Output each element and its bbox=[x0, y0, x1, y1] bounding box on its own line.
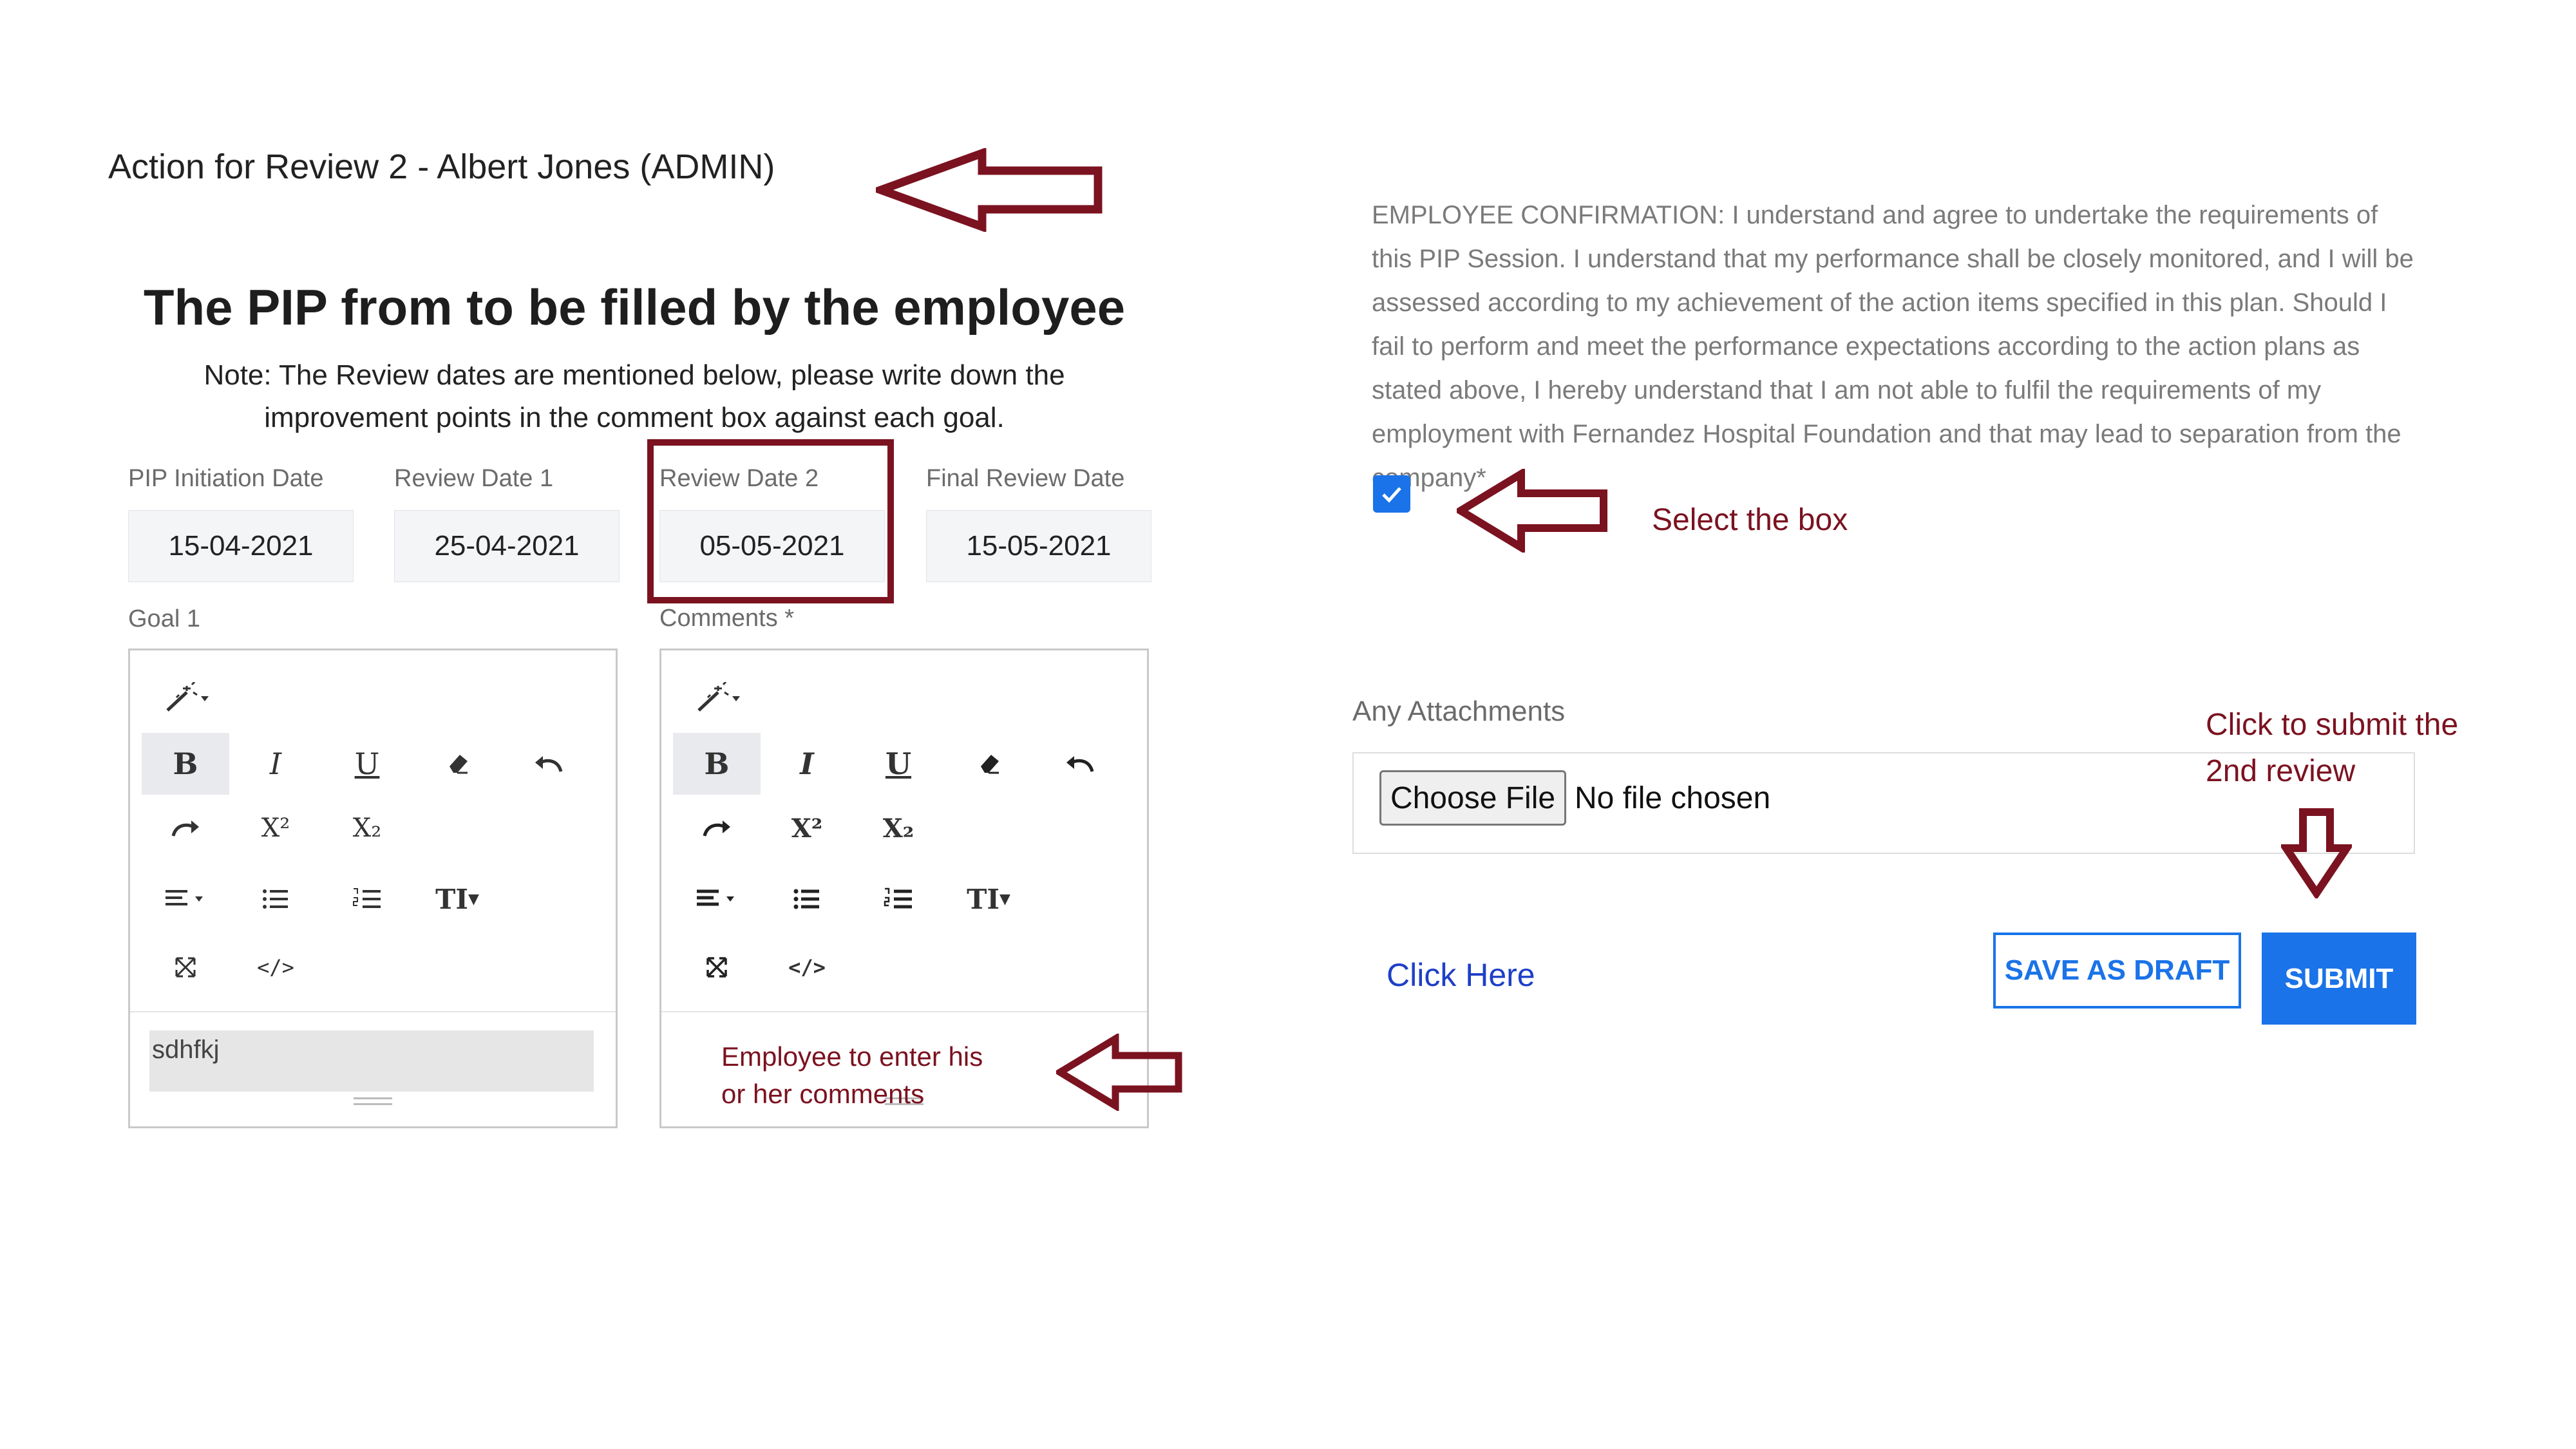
pip-initiation-date-field[interactable]: 15-04-2021 bbox=[128, 510, 354, 582]
text-size-button[interactable]: TI ▼ bbox=[945, 868, 1032, 930]
redo-icon[interactable] bbox=[673, 797, 761, 859]
review-date-1-label: Review Date 1 bbox=[394, 465, 554, 492]
pip-initiation-date-label: PIP Initiation Date bbox=[128, 465, 324, 492]
submit-annotation-line-2: 2nd review bbox=[2206, 754, 2356, 788]
comments-label: Comments * bbox=[659, 607, 795, 627]
left-arrow-annotation bbox=[1457, 469, 1607, 553]
review-heading: Action for Review 2 - Albert Jones (ADMI… bbox=[108, 147, 775, 186]
text-size-button[interactable]: TI ▼ bbox=[413, 868, 501, 930]
subscript-button[interactable]: X₂ bbox=[855, 797, 942, 859]
submit-button[interactable]: SUBMIT bbox=[2262, 933, 2416, 1025]
eraser-icon[interactable] bbox=[415, 733, 502, 795]
comments-annotation-line-1: Employee to enter his bbox=[721, 1041, 983, 1072]
numbered-list-icon[interactable] bbox=[323, 868, 411, 930]
italic-button[interactable]: I bbox=[763, 733, 851, 795]
redo-icon[interactable] bbox=[142, 797, 229, 859]
goal-editor-toolbar: B I U X² X₂ TI ▼ </> bbox=[130, 650, 616, 1011]
bold-button[interactable]: B bbox=[142, 733, 229, 795]
fullscreen-icon[interactable] bbox=[673, 936, 761, 998]
align-icon[interactable] bbox=[673, 868, 761, 930]
submit-annotation-text: Click to submit the 2nd review bbox=[2206, 702, 2458, 795]
code-view-button[interactable]: </> bbox=[232, 936, 319, 998]
comments-editor-toolbar: B I U X² X₂ TI ▼ </> bbox=[661, 650, 1147, 1011]
note-line-2: improvement points in the comment box ag… bbox=[264, 402, 1005, 433]
employee-confirmation-text: EMPLOYEE CONFIRMATION: I understand and … bbox=[1372, 201, 2414, 492]
review-date-1-field[interactable]: 25-04-2021 bbox=[394, 510, 620, 582]
text-size-label: TI bbox=[435, 883, 468, 915]
bulleted-list-icon[interactable] bbox=[232, 868, 319, 930]
undo-icon[interactable] bbox=[505, 733, 592, 795]
review-date-2-highlight bbox=[647, 439, 894, 603]
note-line-1: Note: The Review dates are mentioned bel… bbox=[204, 359, 1065, 391]
form-note: Note: The Review dates are mentioned bel… bbox=[155, 354, 1114, 439]
comments-annotation-text: Employee to enter his or her comments bbox=[721, 1038, 983, 1113]
goal-1-editor: B I U X² X₂ TI ▼ </> sdhfkj bbox=[128, 649, 618, 1128]
underline-button[interactable]: U bbox=[323, 733, 411, 795]
superscript-button[interactable]: X² bbox=[232, 797, 319, 859]
comments-annotation-line-2: or her comments bbox=[721, 1079, 925, 1109]
underline-button[interactable]: U bbox=[855, 733, 942, 795]
submit-annotation-line-1: Click to submit the bbox=[2206, 708, 2459, 742]
align-icon[interactable] bbox=[142, 868, 229, 930]
final-review-date-field[interactable]: 15-05-2021 bbox=[926, 510, 1151, 582]
left-arrow-annotation bbox=[1056, 1034, 1182, 1111]
undo-icon[interactable] bbox=[1036, 733, 1124, 795]
chevron-down-icon: ▼ bbox=[468, 891, 479, 907]
form-title: The PIP from to be filled by the employe… bbox=[143, 279, 1126, 336]
numbered-list-icon[interactable] bbox=[855, 868, 942, 930]
down-arrow-annotation bbox=[2281, 808, 2352, 898]
final-review-date-label: Final Review Date bbox=[926, 465, 1125, 492]
goal-1-label: Goal 1 bbox=[128, 605, 200, 632]
magic-wand-icon[interactable] bbox=[143, 667, 231, 729]
code-view-button[interactable]: </> bbox=[763, 936, 851, 998]
resize-grip[interactable] bbox=[354, 1097, 392, 1105]
save-as-draft-button[interactable]: SAVE AS DRAFT bbox=[1993, 933, 2241, 1009]
bold-button[interactable]: B bbox=[673, 733, 761, 795]
chevron-down-icon: ▼ bbox=[999, 891, 1010, 907]
subscript-button[interactable]: X₂ bbox=[323, 797, 411, 859]
file-status: No file chosen bbox=[1575, 781, 1771, 815]
bulleted-list-icon[interactable] bbox=[763, 868, 851, 930]
attachments-label: Any Attachments bbox=[1352, 696, 1566, 727]
goal-text: sdhfkj bbox=[149, 1030, 594, 1092]
text-size-label: TI bbox=[967, 883, 999, 915]
confirmation-checkbox[interactable] bbox=[1373, 475, 1410, 513]
choose-file-button[interactable]: Choose File bbox=[1379, 770, 1566, 826]
superscript-button[interactable]: X² bbox=[763, 797, 851, 859]
magic-wand-icon[interactable] bbox=[674, 667, 762, 729]
click-here-link[interactable]: Click Here bbox=[1387, 956, 1535, 994]
select-box-annotation: Select the box bbox=[1652, 503, 1848, 537]
fullscreen-icon[interactable] bbox=[142, 936, 229, 998]
left-arrow-annotation bbox=[876, 148, 1103, 232]
italic-button[interactable]: I bbox=[232, 733, 319, 795]
goal-editor-body[interactable]: sdhfkj bbox=[130, 1012, 616, 1109]
eraser-icon[interactable] bbox=[946, 733, 1034, 795]
checkmark-icon bbox=[1382, 487, 1401, 503]
